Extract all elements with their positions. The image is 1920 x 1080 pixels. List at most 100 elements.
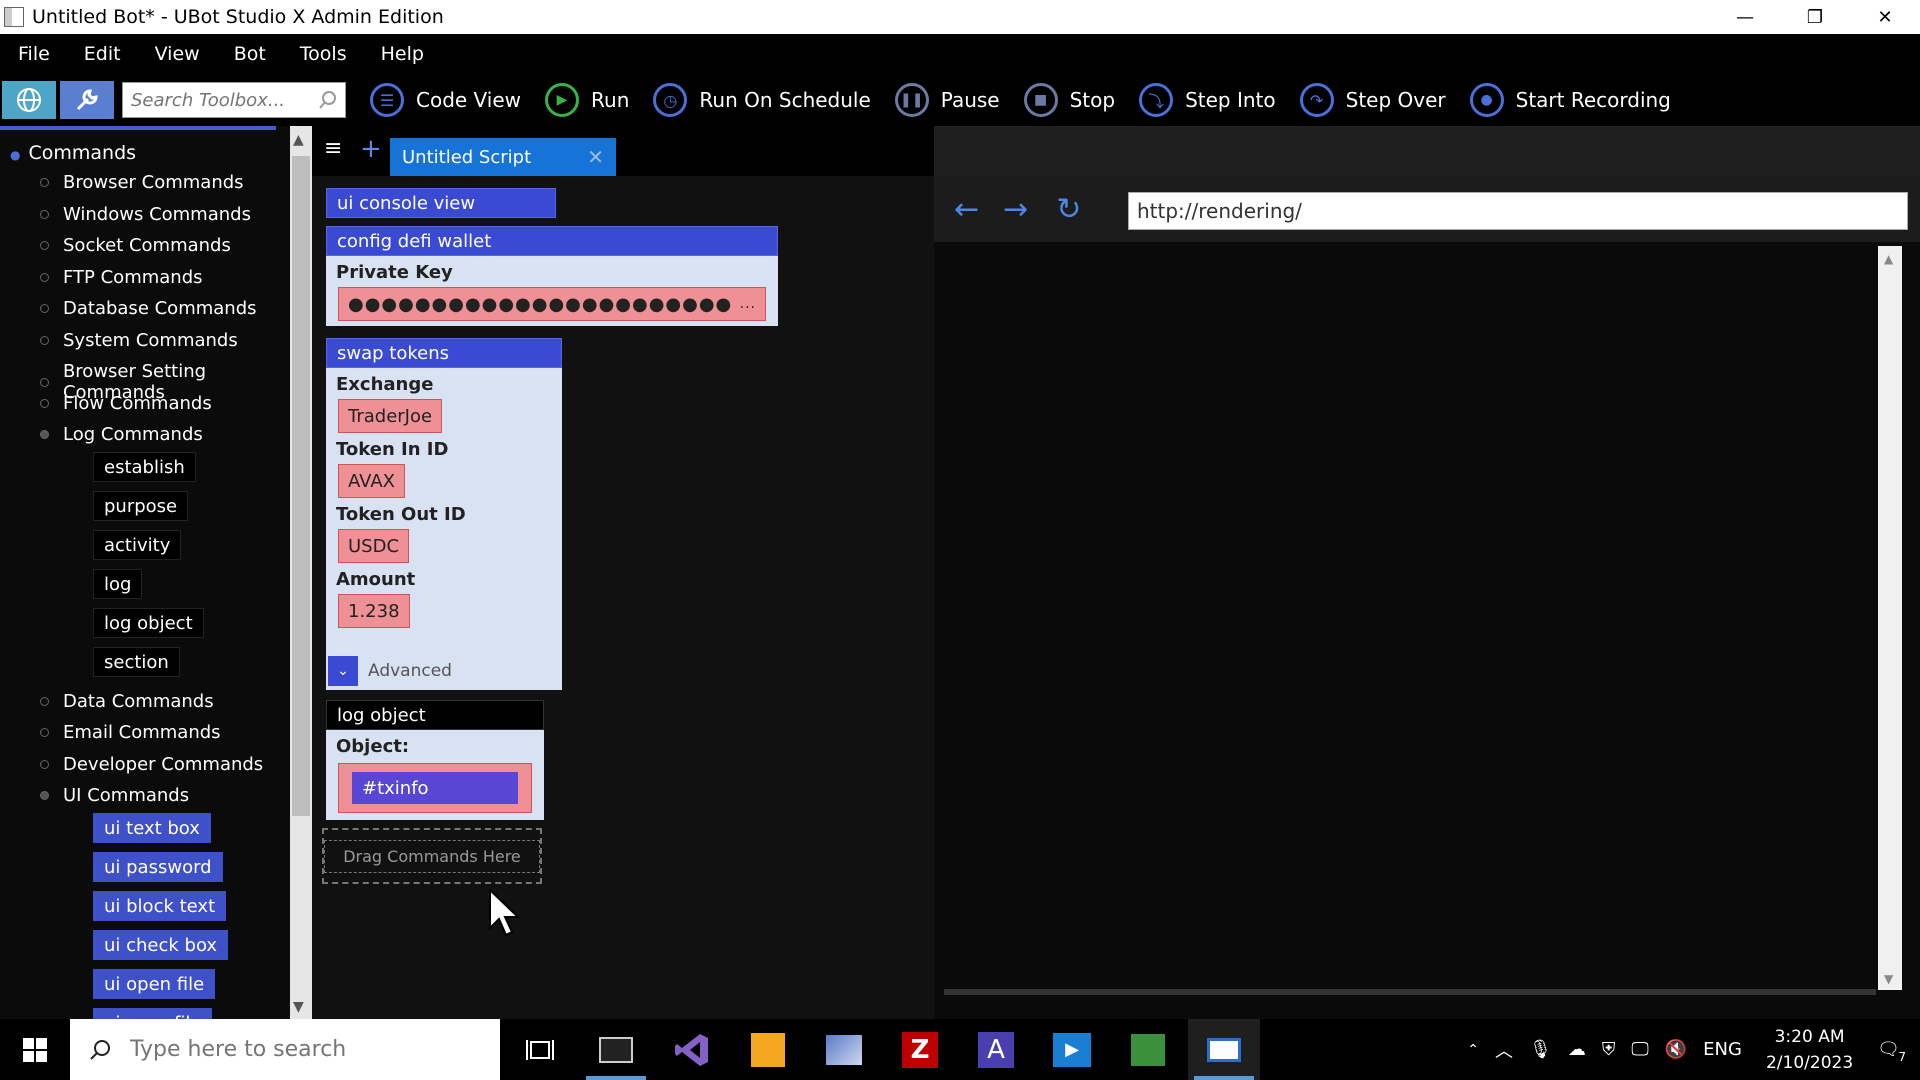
security-icon[interactable]: ⛨ — [1602, 1039, 1616, 1060]
refresh-icon[interactable]: ↻ — [1056, 192, 1081, 227]
command-ui-password[interactable]: ui password — [93, 852, 223, 882]
menu-edit[interactable]: Edit — [84, 43, 121, 65]
menu-help[interactable]: Help — [381, 43, 424, 65]
tab-untitled-script[interactable]: Untitled Script ✕ — [390, 138, 616, 176]
scroll-down-icon[interactable]: ▼ — [1884, 972, 1893, 986]
menu-tools[interactable]: Tools — [300, 43, 347, 65]
tools-button[interactable] — [60, 81, 114, 119]
menu-view[interactable]: View — [155, 43, 200, 65]
taskbar-app-ubot[interactable] — [1188, 1019, 1260, 1080]
show-hidden-icons-icon[interactable]: ︿ — [1495, 1037, 1513, 1063]
private-key-field[interactable]: ●●●●●●●●●●●●●●●●●●●●●●● ... — [338, 287, 766, 321]
amount-field[interactable]: 1.238 — [338, 594, 410, 628]
forward-arrow-icon[interactable]: → — [1003, 192, 1028, 227]
object-field[interactable]: #txinfo — [352, 772, 518, 804]
command-ui-open-file[interactable]: ui open file — [93, 969, 216, 999]
tree-item-ui-commands[interactable]: UI Commands — [40, 785, 189, 806]
tree-item-system-commands[interactable]: System Commands — [40, 330, 238, 351]
taskbar-app-network[interactable] — [808, 1019, 880, 1080]
taskbar-app-sublime[interactable] — [732, 1019, 804, 1080]
tree-item-developer-commands[interactable]: Developer Commands — [40, 754, 263, 775]
address-bar[interactable]: http://rendering/ — [1128, 192, 1908, 230]
drop-zone[interactable]: Drag Commands Here — [322, 828, 542, 884]
pause-button[interactable]: ❚❚ Pause — [894, 83, 1000, 117]
step-into-button[interactable]: ⤵ Step Into — [1139, 83, 1276, 117]
taskbar-search-input[interactable] — [130, 1037, 460, 1062]
command-establish[interactable]: establish — [93, 452, 196, 482]
more-ellipsis[interactable]: ... — [740, 296, 756, 312]
advanced-label: Advanced — [368, 661, 452, 681]
hamburger-menu-icon[interactable]: ≡ — [324, 136, 342, 161]
command-ui-text-box[interactable]: ui text box — [93, 813, 211, 843]
exchange-field[interactable]: TraderJoe — [338, 399, 443, 433]
tree-item-flow-commands[interactable]: Flow Commands — [40, 393, 212, 414]
advanced-toggle[interactable]: ⌄ Advanced — [328, 654, 560, 688]
block-log-object[interactable]: log object Object: #txinfo — [326, 700, 544, 820]
language-indicator[interactable]: ENG — [1703, 1039, 1742, 1060]
tree-item-ftp-commands[interactable]: FTP Commands — [40, 267, 203, 288]
sidebar-scrollbar[interactable]: ▲ ▼ — [290, 126, 312, 1019]
code-view-button[interactable]: ☰ Code View — [370, 83, 521, 117]
token-in-field[interactable]: AVAX — [338, 464, 405, 498]
minimize-button[interactable]: — — [1710, 0, 1780, 34]
menu-bot[interactable]: Bot — [234, 43, 266, 65]
start-recording-button[interactable]: ● Start Recording — [1469, 83, 1671, 117]
command-section[interactable]: section — [93, 647, 180, 677]
microphone-icon[interactable]: 🎙 — [1529, 1039, 1552, 1060]
tree-item-windows-commands[interactable]: Windows Commands — [40, 204, 251, 225]
add-tab-icon[interactable]: + — [360, 134, 382, 164]
taskbar-app-terminal[interactable] — [580, 1019, 652, 1080]
taskbar-app-a[interactable]: A — [960, 1019, 1032, 1080]
tree-item-browser-commands[interactable]: Browser Commands — [40, 172, 244, 193]
globe-button[interactable] — [2, 81, 56, 119]
tree-item-socket-commands[interactable]: Socket Commands — [40, 235, 231, 256]
token-out-field[interactable]: USDC — [338, 529, 410, 563]
taskbar-app-chart[interactable] — [1112, 1019, 1184, 1080]
tree-item-data-commands[interactable]: Data Commands — [40, 691, 214, 712]
taskbar-app-filezilla[interactable]: Z — [884, 1019, 956, 1080]
close-button[interactable]: ✕ — [1850, 0, 1920, 34]
command-purpose[interactable]: purpose — [93, 491, 189, 521]
command-ui-check-box[interactable]: ui check box — [93, 930, 229, 960]
command-ui-block-text[interactable]: ui block text — [93, 891, 227, 921]
scroll-up-icon[interactable]: ▲ — [293, 132, 304, 148]
close-tab-icon[interactable]: ✕ — [587, 145, 604, 169]
tree-item-email-commands[interactable]: Email Commands — [40, 722, 221, 743]
tree-item-database-commands[interactable]: Database Commands — [40, 298, 257, 319]
browser-horizontal-scrollbar[interactable] — [944, 989, 1876, 995]
tree-root-commands[interactable]: ● Commands — [10, 142, 136, 164]
block-ui-console-view[interactable]: ui console view — [326, 188, 556, 218]
tree-item-log-commands[interactable]: Log Commands — [40, 424, 203, 445]
network-icon[interactable]: 🖵 — [1631, 1039, 1648, 1060]
command-log-object[interactable]: log object — [93, 608, 204, 638]
task-view-button[interactable] — [504, 1019, 576, 1080]
command-ui-save-file[interactable]: ui save file — [93, 1008, 213, 1019]
clock[interactable]: 3:20 AM 2/10/2023 — [1766, 1024, 1853, 1076]
back-arrow-icon[interactable]: ← — [954, 192, 979, 227]
run-button[interactable]: ▶ Run — [545, 83, 629, 117]
taskbar-app-media[interactable]: ▶ — [1036, 1019, 1108, 1080]
restore-button[interactable]: ❐ — [1780, 0, 1850, 34]
taskbar-app-visual-studio[interactable] — [656, 1019, 728, 1080]
title-bar: Untitled Bot* - UBot Studio X Admin Edit… — [0, 0, 1920, 34]
step-over-button[interactable]: ↷ Step Over — [1299, 83, 1446, 117]
scroll-up-icon[interactable]: ▲ — [1884, 252, 1893, 266]
block-config-defi-wallet[interactable]: config defi wallet Private Key ●●●●●●●●●… — [326, 226, 778, 326]
taskbar-scroll-icon[interactable]: ⌃ — [1467, 1042, 1479, 1058]
stop-button[interactable]: ■ Stop — [1023, 83, 1115, 117]
search-icon[interactable] — [317, 89, 339, 111]
toolbox-search — [122, 82, 346, 118]
command-log[interactable]: log — [93, 569, 143, 599]
onedrive-error-icon[interactable]: ☁ — [1568, 1039, 1586, 1060]
command-activity[interactable]: activity — [93, 530, 182, 560]
scroll-down-icon[interactable]: ▼ — [293, 999, 304, 1015]
run-on-schedule-button[interactable]: ◷ Run On Schedule — [653, 83, 871, 117]
volume-muted-icon[interactable]: 🔇 — [1665, 1039, 1687, 1060]
browser-scrollbar[interactable]: ▲ ▼ — [1878, 246, 1902, 990]
menu-file[interactable]: File — [18, 43, 50, 65]
notifications-icon[interactable]: 🗨 7 — [1877, 1039, 1906, 1064]
scrollbar-thumb[interactable] — [292, 156, 310, 816]
toolbox-search-input[interactable] — [131, 89, 311, 111]
start-button[interactable] — [0, 1019, 70, 1080]
block-swap-tokens[interactable]: swap tokens Exchange TraderJoe Token In … — [326, 338, 562, 690]
